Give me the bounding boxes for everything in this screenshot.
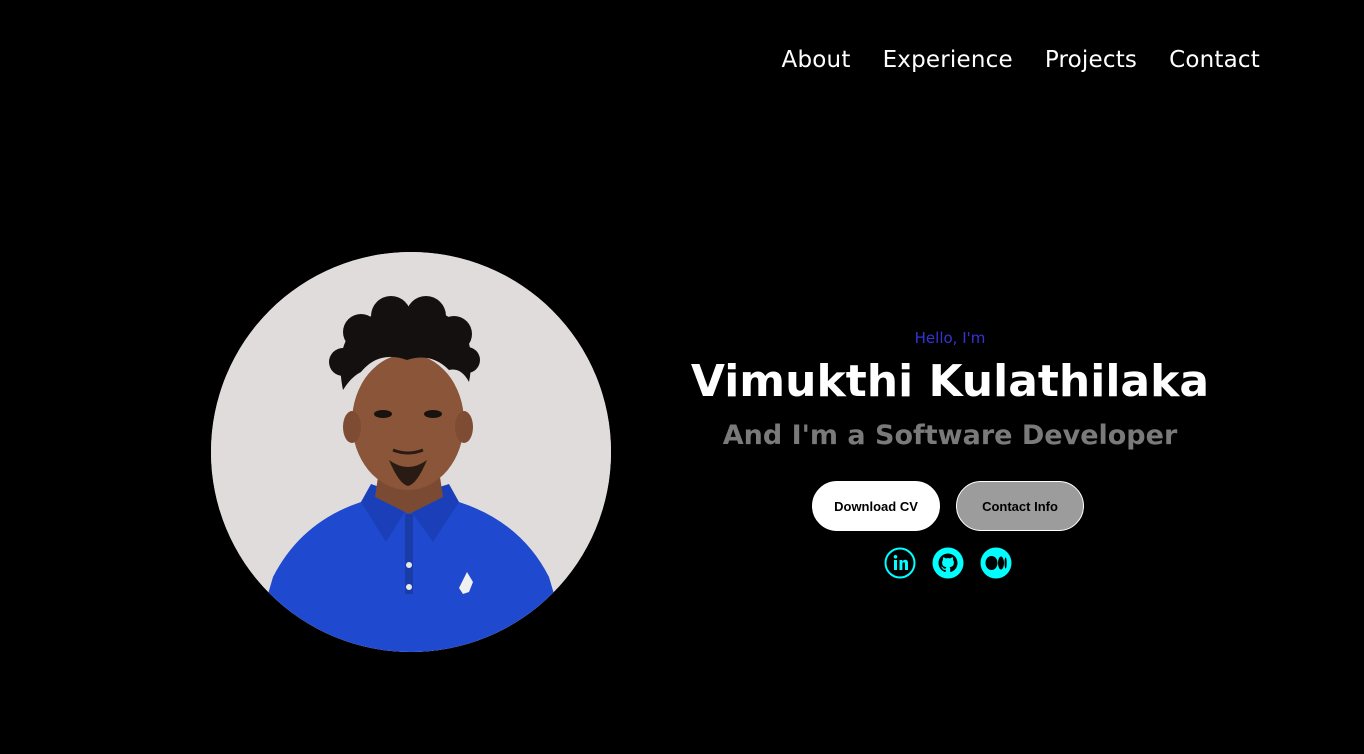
- social-links: [884, 547, 1012, 579]
- github-icon[interactable]: [932, 547, 964, 579]
- person-name: Vimukthi Kulathilaka: [690, 356, 1210, 407]
- greeting-text: Hello, I'm: [914, 329, 986, 347]
- contact-info-button[interactable]: Contact Info: [956, 481, 1084, 531]
- nav-link-projects[interactable]: Projects: [1045, 42, 1137, 78]
- linkedin-icon[interactable]: [884, 547, 916, 579]
- intro-section: Hello, I'm Vimukthi Kulathilaka And I'm …: [640, 326, 1260, 456]
- nav-link-about[interactable]: About: [782, 42, 851, 78]
- profile-portrait-illustration: [211, 252, 611, 652]
- profile-photo: [211, 252, 611, 652]
- download-cv-button[interactable]: Download CV: [812, 481, 940, 531]
- portfolio-page: About Experience Projects Contact Hello,…: [0, 0, 1364, 754]
- nav-link-contact[interactable]: Contact: [1169, 42, 1260, 78]
- nav-link-experience[interactable]: Experience: [883, 42, 1013, 78]
- cta-buttons: Download CV Contact Info: [812, 481, 1084, 531]
- top-nav: About Experience Projects Contact: [782, 42, 1260, 78]
- medium-icon[interactable]: [980, 547, 1012, 579]
- role-subtitle: And I'm a Software Developer: [722, 420, 1178, 451]
